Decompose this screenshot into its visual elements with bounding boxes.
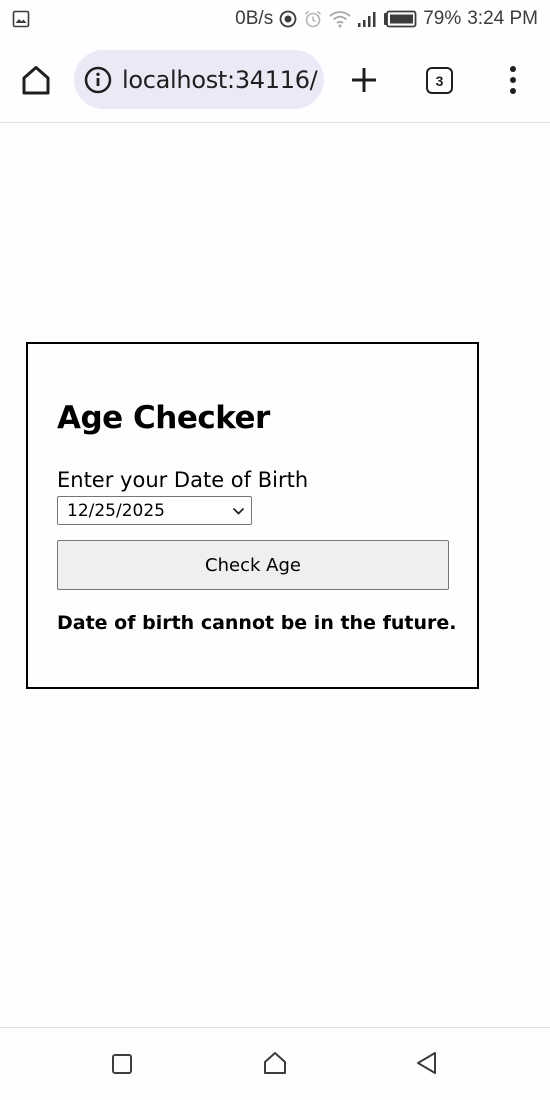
- net-speed: 0B/s: [235, 8, 274, 29]
- battery-percent: 79%: [423, 8, 462, 29]
- more-vertical-icon: [510, 66, 516, 94]
- home-icon: [22, 66, 50, 95]
- plus-icon: [352, 68, 376, 92]
- system-home-icon[interactable]: [262, 1050, 288, 1076]
- tab-switcher-button[interactable]: 3: [426, 67, 453, 94]
- battery-icon: [384, 10, 417, 28]
- dob-date-input[interactable]: 12/25/2025: [57, 496, 252, 525]
- chevron-down-icon: [232, 507, 245, 515]
- data-saver-icon: [279, 10, 297, 28]
- status-right: 0B/s 79% 3:24 PM: [235, 8, 538, 30]
- address-bar[interactable]: localhost:34116/: [74, 50, 324, 109]
- info-icon[interactable]: [84, 66, 112, 94]
- wifi-icon: [329, 11, 351, 28]
- overflow-menu-button[interactable]: [500, 62, 526, 98]
- tab-count: 3: [435, 72, 444, 89]
- dob-value: 12/25/2025: [67, 500, 165, 521]
- url-text: localhost:34116/: [122, 65, 318, 94]
- clock-time: 3:24 PM: [467, 8, 538, 29]
- status-bar: 0B/s 79% 3:24 PM: [0, 0, 550, 38]
- browser-toolbar: localhost:34116/ 3: [0, 38, 550, 123]
- page-title: Age Checker: [57, 400, 270, 436]
- check-age-label: Check Age: [205, 554, 301, 576]
- home-button[interactable]: [18, 62, 54, 98]
- check-age-button[interactable]: Check Age: [57, 540, 449, 590]
- status-left: [12, 10, 30, 28]
- system-nav-bar: [0, 1027, 550, 1100]
- signal-icon: [358, 12, 376, 27]
- recents-icon[interactable]: [110, 1052, 134, 1076]
- back-icon[interactable]: [414, 1050, 440, 1076]
- age-checker-card: Age Checker Enter your Date of Birth 12/…: [26, 342, 479, 689]
- alarm-icon: [305, 10, 322, 28]
- result-message: Date of birth cannot be in the future.: [57, 612, 457, 634]
- new-tab-button[interactable]: [346, 62, 382, 98]
- dob-label: Enter your Date of Birth: [57, 468, 309, 492]
- image-notification-icon: [12, 10, 30, 28]
